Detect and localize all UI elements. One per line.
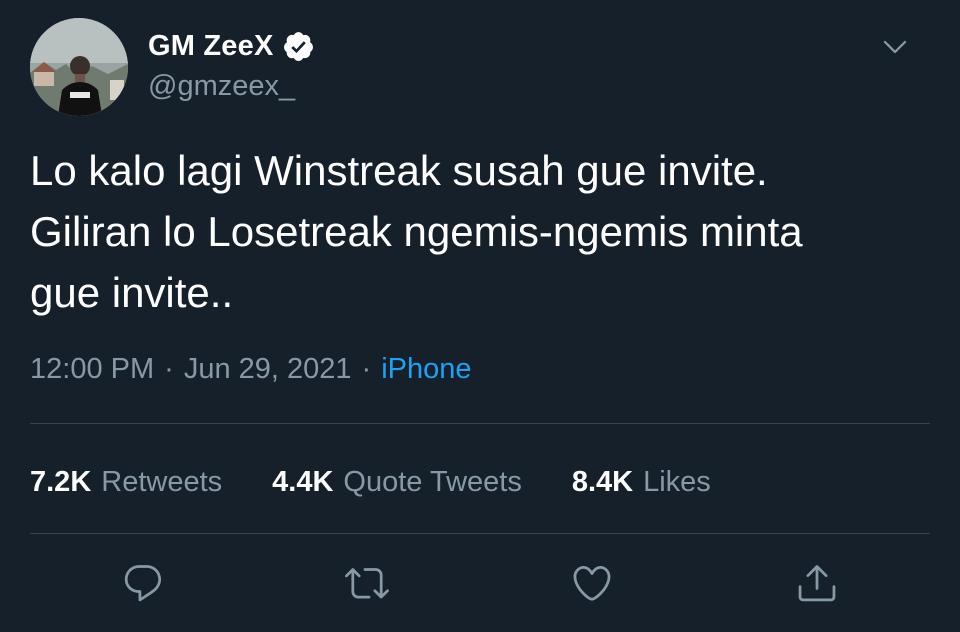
chevron-down-icon[interactable] [880,32,910,62]
display-name-row: GM ZeeX [148,26,315,66]
avatar-photo-icon [30,18,128,116]
heart-icon [573,565,611,601]
tweet-header: GM ZeeX @gmzeex_ [30,18,930,118]
tweet-time[interactable]: 12:00 PM [30,353,154,386]
likes-label: Likes [643,465,711,498]
retweets-stat[interactable]: 7.2K Retweets [30,466,222,499]
divider [30,423,930,424]
likes-count: 8.4K [571,465,634,498]
meta-separator: · [164,353,174,385]
retweet-button[interactable] [343,559,391,607]
like-button[interactable] [568,559,616,607]
user-handle[interactable]: @gmzeex_ [148,70,315,103]
tweet-text: Lo kalo lagi Winstreak susah gue invite.… [30,147,803,316]
tweet-stats: 7.2K Retweets 4.4K Quote Tweets 8.4K Lik… [30,460,761,504]
share-icon [798,565,836,602]
tweet-card: GM ZeeX @gmzeex_ Lo kalo lagi Winstreak … [0,0,960,632]
meta-separator: · [361,353,372,385]
quote-tweets-label: Quote Tweets [343,465,522,498]
reply-button[interactable] [119,559,167,607]
verified-badge-icon [282,30,315,63]
reply-icon [124,565,162,602]
share-button[interactable] [793,559,841,607]
tweet-metadata: 12:00 PM · Jun 29, 2021 · iPhone [30,353,472,386]
divider [30,533,930,534]
likes-stat[interactable]: 8.4K Likes [572,466,711,499]
retweets-count: 7.2K [30,465,92,498]
retweets-label: Retweets [101,465,223,498]
quote-tweets-count: 4.4K [272,465,334,498]
retweet-icon [345,568,389,599]
tweet-actions [30,553,930,613]
quote-tweets-stat[interactable]: 4.4K Quote Tweets [272,466,522,499]
user-info: GM ZeeX @gmzeex_ [148,26,315,103]
tweet-source-link[interactable]: iPhone [381,353,471,386]
display-name[interactable]: GM ZeeX [148,30,274,63]
avatar[interactable] [30,18,128,116]
tweet-date[interactable]: Jun 29, 2021 [184,353,352,386]
